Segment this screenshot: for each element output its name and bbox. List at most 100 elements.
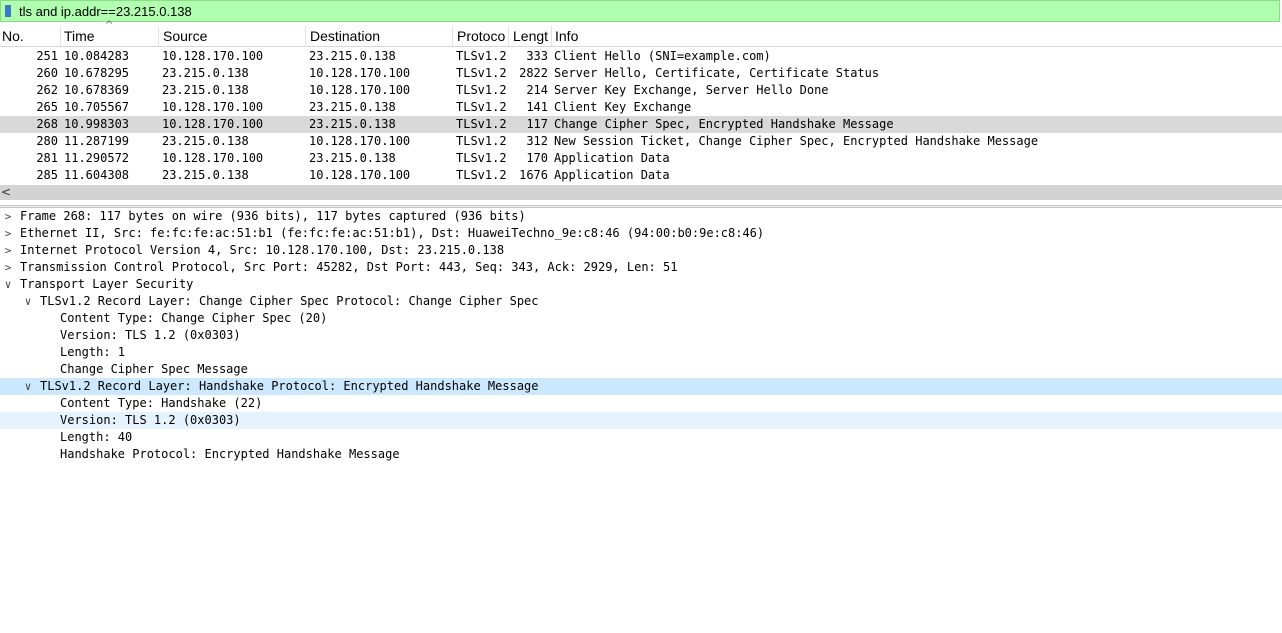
detail-tree-item[interactable]: Handshake Protocol: Encrypted Handshake … (0, 446, 1282, 463)
chevron-right-icon[interactable]: > (2, 208, 14, 225)
chevron-left-icon[interactable]: < (1, 185, 11, 200)
detail-tree-item[interactable]: > Ethernet II, Src: fe:fc:fe:ac:51:b1 (fe… (0, 225, 1282, 242)
packet-cell-no: 262 (36, 83, 58, 97)
packet-cell-dst: 10.128.170.100 (309, 83, 411, 97)
column-header-source[interactable]: Source (161, 28, 207, 46)
detail-tree-label: Internet Protocol Version 4, Src: 10.128… (20, 243, 505, 257)
packet-cell-info: Application Data (554, 151, 670, 165)
packet-cell-src: 10.128.170.100 (162, 117, 264, 131)
detail-tree-item[interactable]: > Internet Protocol Version 4, Src: 10.12… (0, 242, 1282, 259)
detail-tree-label: Version: TLS 1.2 (0x0303) (60, 328, 241, 342)
packet-cell-no: 285 (36, 168, 58, 182)
packet-cell-dst: 23.215.0.138 (309, 151, 396, 165)
packet-cell-info: Client Hello (SNI=example.com) (554, 49, 771, 63)
packet-cell-proto: TLSv1.2 (456, 168, 507, 182)
detail-tree-item[interactable]: Content Type: Handshake (22) (0, 395, 1282, 412)
detail-tree-item[interactable]: > Transmission Control Protocol, Src Port… (0, 259, 1282, 276)
chevron-right-icon[interactable]: > (2, 242, 14, 259)
packet-cell-src: 23.215.0.138 (162, 168, 249, 182)
packet-cell-time: 11.287199 (64, 134, 130, 148)
packet-cell-len: 214 (526, 83, 548, 97)
packet-cell-info: Server Key Exchange, Server Hello Done (554, 83, 829, 97)
detail-tree-item[interactable]: > Frame 268: 117 bytes on wire (936 bits)… (0, 208, 1282, 225)
detail-tree-label: Version: TLS 1.2 (0x0303) (60, 413, 241, 427)
packet-cell-len: 141 (526, 100, 548, 114)
packet-cell-src: 10.128.170.100 (162, 49, 264, 63)
packet-cell-dst: 10.128.170.100 (309, 66, 411, 80)
bookmark-icon[interactable] (5, 5, 11, 17)
detail-tree-item[interactable]: Length: 40 (0, 429, 1282, 446)
column-header-destination[interactable]: Destination (308, 28, 380, 46)
detail-tree-item[interactable]: Content Type: Change Cipher Spec (20) (0, 310, 1282, 327)
packet-row[interactable]: 268 10.998303 10.128.170.100 23.215.0.138 TL… (0, 116, 1282, 133)
packet-cell-dst: 23.215.0.138 (309, 49, 396, 63)
column-header-length[interactable]: Lengt (511, 28, 548, 46)
detail-tree-label: Frame 268: 117 bytes on wire (936 bits),… (20, 209, 526, 223)
packet-cell-dst: 23.215.0.138 (309, 117, 396, 131)
chevron-down-icon[interactable]: ∨ (2, 276, 14, 293)
column-header-no[interactable]: No. (0, 28, 24, 46)
packet-cell-info: New Session Ticket, Change Cipher Spec, … (554, 134, 1039, 148)
packet-cell-proto: TLSv1.2 (456, 151, 507, 165)
detail-tree-item[interactable]: Change Cipher Spec Message (0, 361, 1282, 378)
packet-cell-len: 333 (526, 49, 548, 63)
detail-tree-label: Handshake Protocol: Encrypted Handshake … (60, 447, 400, 461)
column-header-protocol[interactable]: Protoco (455, 28, 505, 46)
detail-tree-label: Length: 1 (60, 345, 126, 359)
chevron-down-icon[interactable]: ∨ (22, 293, 34, 310)
packet-list-header: No. Time Source Destination Protoco Leng… (0, 26, 1282, 47)
packet-cell-time: 10.678295 (64, 66, 130, 80)
detail-tree-label: TLSv1.2 Record Layer: Change Cipher Spec… (40, 294, 539, 308)
display-filter-input[interactable] (19, 2, 1219, 20)
packet-list-horizontal-scrollbar[interactable]: < (0, 185, 1282, 200)
packet-cell-time: 10.705567 (64, 100, 130, 114)
packet-row[interactable]: 260 10.678295 23.215.0.138 10.128.170.100 TL… (0, 65, 1282, 82)
packet-cell-src: 23.215.0.138 (162, 83, 249, 97)
packet-cell-info: Change Cipher Spec, Encrypted Handshake … (554, 117, 894, 131)
packet-cell-dst: 23.215.0.138 (309, 100, 396, 114)
chevron-right-icon[interactable]: > (2, 225, 14, 242)
chevron-right-icon[interactable]: > (2, 259, 14, 276)
packet-cell-src: 10.128.170.100 (162, 151, 264, 165)
packet-cell-no: 268 (36, 117, 58, 131)
detail-tree-item[interactable]: ∨ TLSv1.2 Record Layer: Change Cipher Spe… (0, 293, 1282, 310)
packet-cell-len: 2822 (519, 66, 548, 80)
detail-tree-label: Change Cipher Spec Message (60, 362, 248, 376)
chevron-down-icon[interactable]: ∨ (22, 378, 34, 395)
column-header-info[interactable]: Info (553, 28, 578, 46)
packet-cell-proto: TLSv1.2 (456, 100, 507, 114)
packet-cell-info: Server Hello, Certificate, Certificate S… (554, 66, 880, 80)
detail-tree-label: Content Type: Change Cipher Spec (20) (60, 311, 328, 325)
packet-cell-proto: TLSv1.2 (456, 117, 507, 131)
detail-tree-label: Content Type: Handshake (22) (60, 396, 263, 410)
column-header-time[interactable]: Time (62, 28, 95, 46)
packet-row[interactable]: 262 10.678369 23.215.0.138 10.128.170.100 TL… (0, 82, 1282, 99)
packet-row[interactable]: 265 10.705567 10.128.170.100 23.215.0.138 TL… (0, 99, 1282, 116)
packet-cell-no: 265 (36, 100, 58, 114)
detail-tree-item[interactable]: Length: 1 (0, 344, 1282, 361)
packet-cell-src: 10.128.170.100 (162, 100, 264, 114)
detail-tree-label: Ethernet II, Src: fe:fc:fe:ac:51:b1 (fe:… (20, 226, 765, 240)
packet-details-tree[interactable]: > Frame 268: 117 bytes on wire (936 bits)… (0, 208, 1282, 463)
detail-tree-item[interactable]: ∨ Transport Layer Security (0, 276, 1282, 293)
packet-list[interactable]: 251 10.084283 10.128.170.100 23.215.0.138 TL… (0, 48, 1282, 184)
detail-tree-item[interactable]: Version: TLS 1.2 (0x0303) (0, 412, 1282, 429)
packet-row[interactable]: 251 10.084283 10.128.170.100 23.215.0.138 TL… (0, 48, 1282, 65)
packet-cell-time: 11.290572 (64, 151, 130, 165)
packet-cell-len: 170 (526, 151, 548, 165)
packet-cell-proto: TLSv1.2 (456, 83, 507, 97)
packet-cell-dst: 10.128.170.100 (309, 134, 411, 148)
detail-tree-label: Transport Layer Security (20, 277, 194, 291)
detail-tree-label: Length: 40 (60, 430, 133, 444)
packet-cell-src: 23.215.0.138 (162, 134, 249, 148)
packet-row[interactable]: 280 11.287199 23.215.0.138 10.128.170.100 TL… (0, 133, 1282, 150)
packet-cell-dst: 10.128.170.100 (309, 168, 411, 182)
packet-cell-time: 11.604308 (64, 168, 130, 182)
packet-row[interactable]: 285 11.604308 23.215.0.138 10.128.170.100 TL… (0, 167, 1282, 184)
display-filter-bar[interactable] (0, 0, 1280, 22)
packet-cell-src: 23.215.0.138 (162, 66, 249, 80)
packet-row[interactable]: 281 11.290572 10.128.170.100 23.215.0.138 TL… (0, 150, 1282, 167)
detail-tree-item[interactable]: ∨ TLSv1.2 Record Layer: Handshake Protoco… (0, 378, 1282, 395)
packet-cell-time: 10.998303 (64, 117, 130, 131)
detail-tree-item[interactable]: Version: TLS 1.2 (0x0303) (0, 327, 1282, 344)
